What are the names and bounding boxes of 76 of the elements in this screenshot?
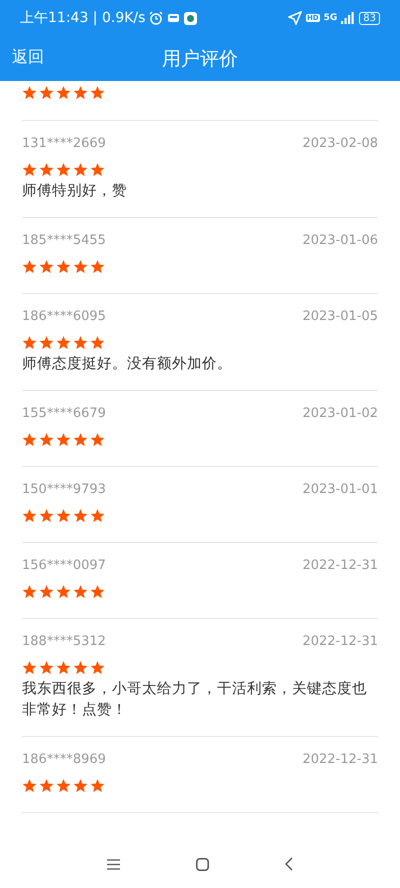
star-icon xyxy=(56,260,71,274)
star-icon xyxy=(73,163,88,177)
review-date: 2023-01-01 xyxy=(302,481,378,499)
star-icon xyxy=(73,779,88,793)
star-icon xyxy=(22,336,37,350)
star-icon xyxy=(39,433,54,447)
star-icon xyxy=(22,433,37,447)
star-icon xyxy=(56,86,71,100)
star-icon xyxy=(39,260,54,274)
star-icon xyxy=(56,336,71,350)
review-comment: 师傅态度挺好。没有额外加价。 xyxy=(22,354,233,374)
star-icon xyxy=(39,336,54,350)
star-icon xyxy=(90,336,105,350)
star-icon xyxy=(39,163,54,177)
user-phone: 150****9793 xyxy=(22,481,106,499)
page-title: 用户评价 xyxy=(162,46,238,72)
star-icon xyxy=(73,260,88,274)
star-icon xyxy=(39,86,54,100)
user-phone: 186****8969 xyxy=(22,751,106,769)
review-date: 2022-12-31 xyxy=(302,557,378,575)
star-icon xyxy=(22,86,37,100)
star-icon xyxy=(56,661,71,675)
star-icon xyxy=(73,585,88,599)
star-icon xyxy=(22,585,37,599)
star-icon xyxy=(90,585,105,599)
back-button[interactable]: 返回 xyxy=(12,47,44,68)
star-icon xyxy=(90,433,105,447)
star-icon xyxy=(90,779,105,793)
star-icon xyxy=(73,86,88,100)
signal-icon xyxy=(341,12,356,24)
review-date: 2023-01-02 xyxy=(302,405,378,423)
star-icon xyxy=(73,336,88,350)
user-phone: 188****5312 xyxy=(22,633,106,651)
status-time: 上午11:43 | 0.9K/s xyxy=(20,9,146,27)
star-icon xyxy=(90,661,105,675)
review-date: 2022-12-31 xyxy=(302,633,378,651)
star-icon xyxy=(90,260,105,274)
alarm-icon xyxy=(149,11,164,25)
star-icon xyxy=(73,433,88,447)
star-icon xyxy=(56,509,71,523)
star-icon xyxy=(22,779,37,793)
star-icon xyxy=(56,433,71,447)
battery-icon: 83 xyxy=(359,12,380,24)
user-phone: 155****6679 xyxy=(22,405,106,423)
star-icon xyxy=(56,779,71,793)
star-icon xyxy=(39,509,54,523)
back-icon[interactable] xyxy=(285,857,293,871)
review-date: 2023-01-06 xyxy=(302,232,378,250)
user-phone: 156****0097 xyxy=(22,557,106,575)
star-icon xyxy=(39,779,54,793)
user-phone: 186****6095 xyxy=(22,308,106,326)
home-icon[interactable] xyxy=(196,858,209,870)
star-icon xyxy=(56,163,71,177)
network-label: 5G xyxy=(324,13,338,23)
review-comment: 师傅特别好，赞 xyxy=(22,182,128,201)
star-icon xyxy=(22,661,37,675)
star-icon xyxy=(90,86,105,100)
review-date: 2022-12-31 xyxy=(302,751,378,769)
star-icon xyxy=(73,509,88,523)
star-icon xyxy=(22,163,37,177)
review-date: 2023-02-08 xyxy=(302,135,378,153)
menu-icon[interactable] xyxy=(107,858,120,870)
user-phone: 185****5455 xyxy=(22,232,106,250)
star-icon xyxy=(90,163,105,177)
star-icon xyxy=(22,260,37,274)
camera-icon xyxy=(184,12,198,24)
star-icon xyxy=(39,585,54,599)
user-phone: 131****2669 xyxy=(22,135,106,153)
star-icon xyxy=(73,661,88,675)
review-date: 2023-01-05 xyxy=(302,308,378,326)
review-comment: 我东西很多，小哥太给力了，干活利索，关键态度也非常好！点赞！ xyxy=(22,680,368,720)
star-icon xyxy=(56,585,71,599)
location-icon xyxy=(288,11,302,25)
star-icon xyxy=(39,661,54,675)
star-icon xyxy=(90,509,105,523)
star-icon xyxy=(22,509,37,523)
